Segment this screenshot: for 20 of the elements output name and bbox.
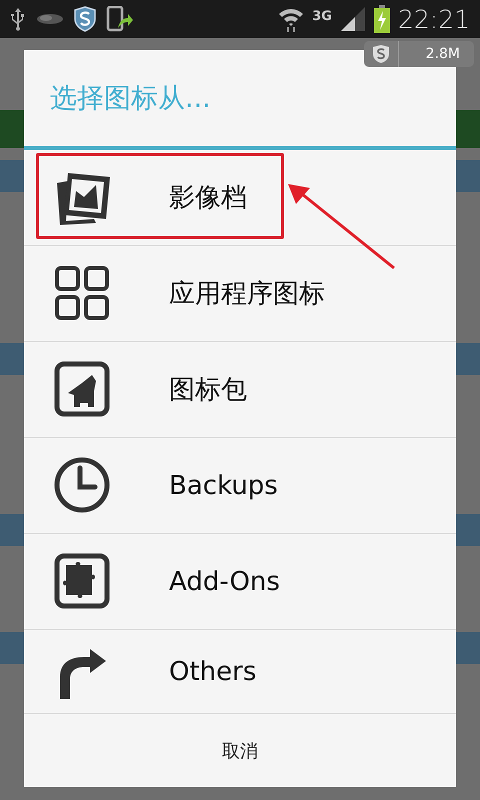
network-type: 3G [312,8,332,24]
signal-icon [340,6,366,32]
menu-item[interactable]: Add-Ons [24,534,456,630]
wifi-icon [278,6,304,32]
phone-transfer-icon [106,6,134,32]
shield-icon [372,44,390,64]
memory-text: 2.8M [424,46,461,62]
menu-item[interactable]: 影像档 [24,150,456,246]
clock-time: 22:21 [398,4,470,34]
notification-icon [36,12,64,26]
usb-icon [10,7,26,31]
battery-icon [374,5,390,33]
clock-icon [54,456,110,514]
shield-icon [74,6,96,32]
dialog-title: 选择图标从... [50,82,211,116]
menu-item[interactable]: 图标包 [24,342,456,438]
puzzle-icon [54,552,110,610]
grid-icon [54,264,110,322]
menu-item[interactable]: 应用程序图标 [24,246,456,342]
menu-item[interactable]: Backups [24,438,456,534]
